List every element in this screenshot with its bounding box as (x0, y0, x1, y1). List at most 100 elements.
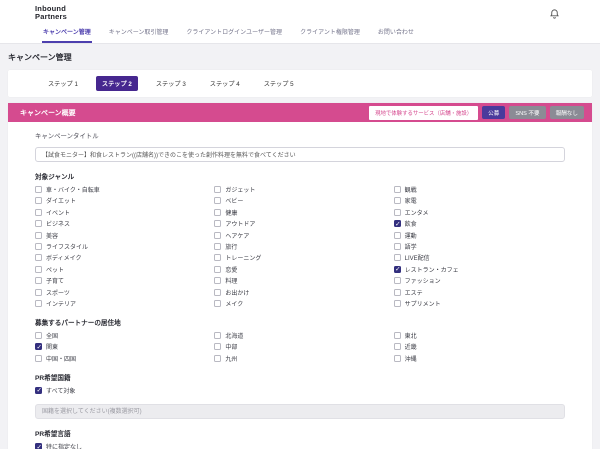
checkbox-icon[interactable] (394, 300, 401, 307)
residence-checkbox[interactable]: 中部 (214, 342, 385, 351)
checkbox-icon[interactable] (35, 277, 42, 284)
checkbox-icon[interactable] (214, 220, 221, 227)
genre-checkbox[interactable]: お出かけ (214, 288, 385, 297)
genre-checkbox[interactable]: レストラン・カフェ (394, 265, 565, 274)
genre-checkbox[interactable]: 健康 (214, 208, 385, 217)
residence-checkbox[interactable]: 九州 (214, 354, 385, 363)
genre-checkbox[interactable]: 家電 (394, 196, 565, 205)
nav-item[interactable]: キャンペーン管理 (42, 24, 92, 43)
genre-checkbox[interactable]: ヘアケア (214, 231, 385, 240)
genre-checkbox[interactable]: 旅行 (214, 242, 385, 251)
residence-checkbox[interactable]: 全国 (35, 331, 206, 340)
checkbox-icon[interactable] (214, 243, 221, 250)
checkbox-icon[interactable] (214, 209, 221, 216)
genre-checkbox[interactable]: 運動 (394, 231, 565, 240)
nav-item[interactable]: クライアント権限管理 (299, 24, 361, 43)
checkbox-icon[interactable] (35, 332, 42, 339)
checkbox-icon[interactable] (394, 332, 401, 339)
genre-checkbox[interactable]: ベビー (214, 196, 385, 205)
genre-checkbox[interactable]: ライフスタイル (35, 242, 206, 251)
nationality-select-input[interactable] (35, 404, 565, 419)
checkbox-icon[interactable] (35, 209, 42, 216)
nationality-all-checkbox[interactable]: すべて対象 (35, 386, 565, 395)
genre-checkbox[interactable]: 料理 (214, 276, 385, 285)
genre-checkbox[interactable]: エステ (394, 288, 565, 297)
nav-item[interactable]: お問い合わせ (377, 24, 415, 43)
checkbox-icon[interactable] (394, 343, 401, 350)
step-tab[interactable]: ステップ 5 (258, 76, 300, 91)
genre-checkbox[interactable]: アウトドア (214, 219, 385, 228)
checkbox-icon[interactable] (35, 387, 42, 394)
genre-checkbox[interactable]: スポーツ (35, 288, 206, 297)
checkbox-icon[interactable] (214, 343, 221, 350)
checkbox-icon[interactable] (394, 243, 401, 250)
checkbox-icon[interactable] (35, 220, 42, 227)
genre-checkbox[interactable]: 子育て (35, 276, 206, 285)
checkbox-icon[interactable] (35, 443, 42, 449)
checkbox-icon[interactable] (214, 254, 221, 261)
residence-checkbox[interactable]: 中国・四国 (35, 354, 206, 363)
checkbox-icon[interactable] (35, 254, 42, 261)
checkbox-icon[interactable] (214, 197, 221, 204)
residence-checkbox[interactable]: 関東 (35, 342, 206, 351)
checkbox-icon[interactable] (394, 232, 401, 239)
checkbox-icon[interactable] (394, 197, 401, 204)
nav-item[interactable]: クライアントログインユーザー管理 (185, 24, 283, 43)
step-tab[interactable]: ステップ 3 (150, 76, 192, 91)
checkbox-icon[interactable] (35, 197, 42, 204)
genre-checkbox[interactable]: ペット (35, 265, 206, 274)
residence-checkbox[interactable]: 沖縄 (394, 354, 565, 363)
checkbox-icon[interactable] (394, 277, 401, 284)
checkbox-icon[interactable] (214, 266, 221, 273)
checkbox-icon[interactable] (35, 289, 42, 296)
checkbox-icon[interactable] (394, 186, 401, 193)
genre-checkbox[interactable]: ファッション (394, 276, 565, 285)
genre-checkbox[interactable]: エンタメ (394, 208, 565, 217)
genre-checkbox[interactable]: ガジェット (214, 185, 385, 194)
genre-checkbox[interactable]: 恋愛 (214, 265, 385, 274)
checkbox-icon[interactable] (394, 254, 401, 261)
step-tab[interactable]: ステップ 2 (96, 76, 138, 91)
genre-checkbox[interactable]: イベント (35, 208, 206, 217)
checkbox-icon[interactable] (35, 266, 42, 273)
nav-item[interactable]: キャンペーン取引管理 (108, 24, 170, 43)
checkbox-icon[interactable] (35, 243, 42, 250)
checkbox-icon[interactable] (35, 186, 42, 193)
checkbox-icon[interactable] (35, 343, 42, 350)
genre-checkbox[interactable]: ビジネス (35, 219, 206, 228)
campaign-title-input[interactable] (35, 147, 565, 162)
checkbox-icon[interactable] (214, 355, 221, 362)
bell-icon[interactable] (549, 7, 560, 25)
checkbox-icon[interactable] (394, 220, 401, 227)
language-none-checkbox[interactable]: 特に指定なし (35, 442, 565, 449)
genre-checkbox[interactable]: 車・バイク・自転車 (35, 185, 206, 194)
checkbox-icon[interactable] (394, 209, 401, 216)
sns-badge[interactable]: SNS 不要 (509, 106, 545, 119)
checkbox-icon[interactable] (394, 266, 401, 273)
genre-checkbox[interactable]: ダイエット (35, 196, 206, 205)
checkbox-icon[interactable] (214, 332, 221, 339)
step-tab[interactable]: ステップ 1 (42, 76, 84, 91)
checkbox-icon[interactable] (35, 300, 42, 307)
checkbox-icon[interactable] (214, 300, 221, 307)
checkbox-icon[interactable] (214, 186, 221, 193)
genre-checkbox[interactable]: 観戦 (394, 185, 565, 194)
public-badge[interactable]: 公募 (482, 106, 505, 119)
step-tab[interactable]: ステップ 4 (204, 76, 246, 91)
reward-badge[interactable]: 報酬なし (550, 106, 584, 119)
genre-checkbox[interactable]: 美容 (35, 231, 206, 240)
genre-checkbox[interactable]: メイク (214, 299, 385, 308)
genre-checkbox[interactable]: 飲食 (394, 219, 565, 228)
checkbox-icon[interactable] (394, 289, 401, 296)
residence-checkbox[interactable]: 近畿 (394, 342, 565, 351)
checkbox-icon[interactable] (394, 355, 401, 362)
genre-checkbox[interactable]: インテリア (35, 299, 206, 308)
checkbox-icon[interactable] (214, 232, 221, 239)
residence-checkbox[interactable]: 東北 (394, 331, 565, 340)
checkbox-icon[interactable] (214, 289, 221, 296)
residence-checkbox[interactable]: 北海道 (214, 331, 385, 340)
checkbox-icon[interactable] (35, 232, 42, 239)
checkbox-icon[interactable] (35, 355, 42, 362)
checkbox-icon[interactable] (214, 277, 221, 284)
genre-checkbox[interactable]: ボディメイク (35, 253, 206, 262)
